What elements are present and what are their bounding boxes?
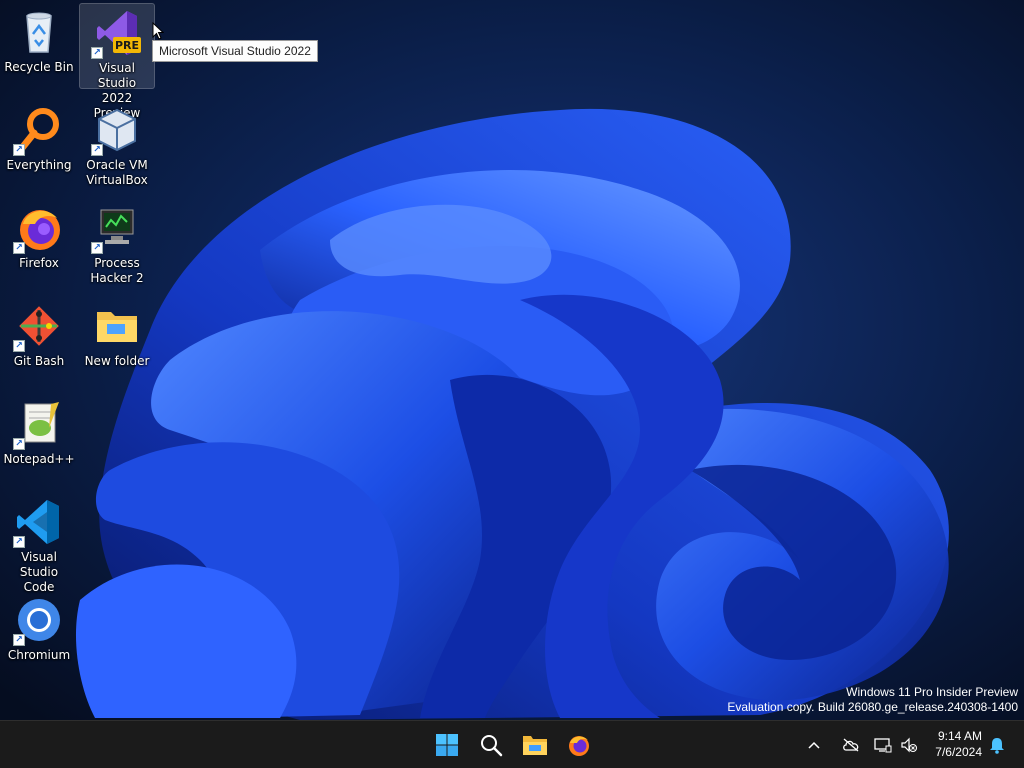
virtualbox-icon: ↗: [91, 104, 143, 156]
desktop-icon-label: Visual Studio Code: [19, 550, 59, 594]
clock-time: 9:14 AM: [937, 729, 982, 743]
shortcut-arrow-icon: ↗: [13, 634, 25, 646]
vscode-icon: ↗: [13, 496, 65, 548]
shortcut-arrow-icon: ↗: [91, 144, 103, 156]
shortcut-arrow-icon: ↗: [91, 47, 103, 59]
network-tray-button[interactable]: [868, 727, 898, 763]
shortcut-arrow-icon: ↗: [13, 242, 25, 254]
taskbar: 9:14 AM 7/6/2024: [0, 720, 1024, 768]
desktop-icon-label: Process Hacker 2: [90, 256, 144, 285]
desktop-icon-git-bash[interactable]: ↗ Git Bash: [1, 296, 77, 384]
desktop-icon-label: Oracle VM VirtualBox: [86, 158, 148, 187]
shortcut-arrow-icon: ↗: [91, 242, 103, 254]
firefox-taskbar-button[interactable]: [561, 727, 597, 763]
search-button[interactable]: [473, 727, 509, 763]
desktop-icon-label: New folder: [84, 354, 150, 368]
onedrive-tray-button[interactable]: [836, 727, 866, 763]
notifications-button[interactable]: [984, 727, 1010, 763]
shortcut-arrow-icon: ↗: [13, 536, 25, 548]
folder-icon: [91, 300, 143, 352]
desktop-icon-notepad-plus-plus[interactable]: ↗ Notepad++: [1, 394, 77, 482]
mouse-cursor-icon: [152, 22, 164, 40]
tooltip: Microsoft Visual Studio 2022: [152, 40, 318, 62]
clock-date: 7/6/2024: [935, 745, 982, 759]
taskbar-clock[interactable]: 9:14 AM 7/6/2024: [935, 728, 982, 760]
start-button[interactable]: [429, 727, 465, 763]
desktop-icon-label: Chromium: [7, 648, 71, 662]
shortcut-arrow-icon: ↗: [13, 438, 25, 450]
desktop-icon-virtualbox[interactable]: ↗ Oracle VM VirtualBox: [79, 100, 155, 188]
desktop-icon-label: Git Bash: [13, 354, 65, 368]
svg-text:PRE: PRE: [115, 39, 139, 52]
chevron-up-icon: [808, 741, 820, 749]
cloud-offline-icon: [843, 738, 859, 752]
evaluation-watermark: Windows 11 Pro Insider Preview Evaluatio…: [727, 685, 1018, 714]
firefox-icon: ↗: [13, 202, 65, 254]
recycle-bin-icon: [13, 6, 65, 58]
desktop-icon-label: Notepad++: [3, 452, 75, 466]
file-explorer-button[interactable]: [517, 727, 553, 763]
desktop-icon-label: Firefox: [19, 256, 59, 270]
volume-muted-icon: [901, 737, 918, 753]
volume-tray-button[interactable]: [896, 727, 922, 763]
search-icon: [481, 735, 503, 757]
bell-icon: [990, 738, 1004, 754]
desktop-icon-new-folder[interactable]: New folder: [79, 296, 155, 384]
desktop-icon-process-hacker[interactable]: ↗ Process Hacker 2: [79, 198, 155, 286]
show-hidden-icons-button[interactable]: [802, 727, 826, 763]
git-bash-icon: ↗: [13, 300, 65, 352]
desktop-icon-label: Recycle Bin: [4, 60, 74, 74]
desktop-icon-recycle-bin[interactable]: Recycle Bin: [1, 2, 77, 90]
everything-search-icon: ↗: [13, 104, 65, 156]
desktop-icon-firefox[interactable]: ↗ Firefox: [1, 198, 77, 286]
notepad-plus-plus-icon: ↗: [13, 398, 65, 450]
desktop-icon-everything[interactable]: ↗ Everything: [1, 100, 77, 188]
file-explorer-icon: [523, 736, 547, 755]
desktop-icon-label: Everything: [6, 158, 72, 172]
desktop-icon-visual-studio-preview[interactable]: PRE ↗ Visual Studio 2022 Preview: [79, 3, 155, 120]
start-icon: [436, 734, 458, 756]
desktop-icon-vscode[interactable]: ↗ Visual Studio Code: [1, 492, 77, 594]
firefox-icon: [569, 736, 589, 756]
desktop-icon-chromium[interactable]: ↗ Chromium: [1, 590, 77, 678]
process-hacker-icon: ↗: [91, 202, 143, 254]
shortcut-arrow-icon: ↗: [13, 340, 25, 352]
network-icon: [874, 738, 892, 753]
chromium-icon: ↗: [13, 594, 65, 646]
visual-studio-preview-icon: PRE ↗: [91, 7, 143, 59]
shortcut-arrow-icon: ↗: [13, 144, 25, 156]
